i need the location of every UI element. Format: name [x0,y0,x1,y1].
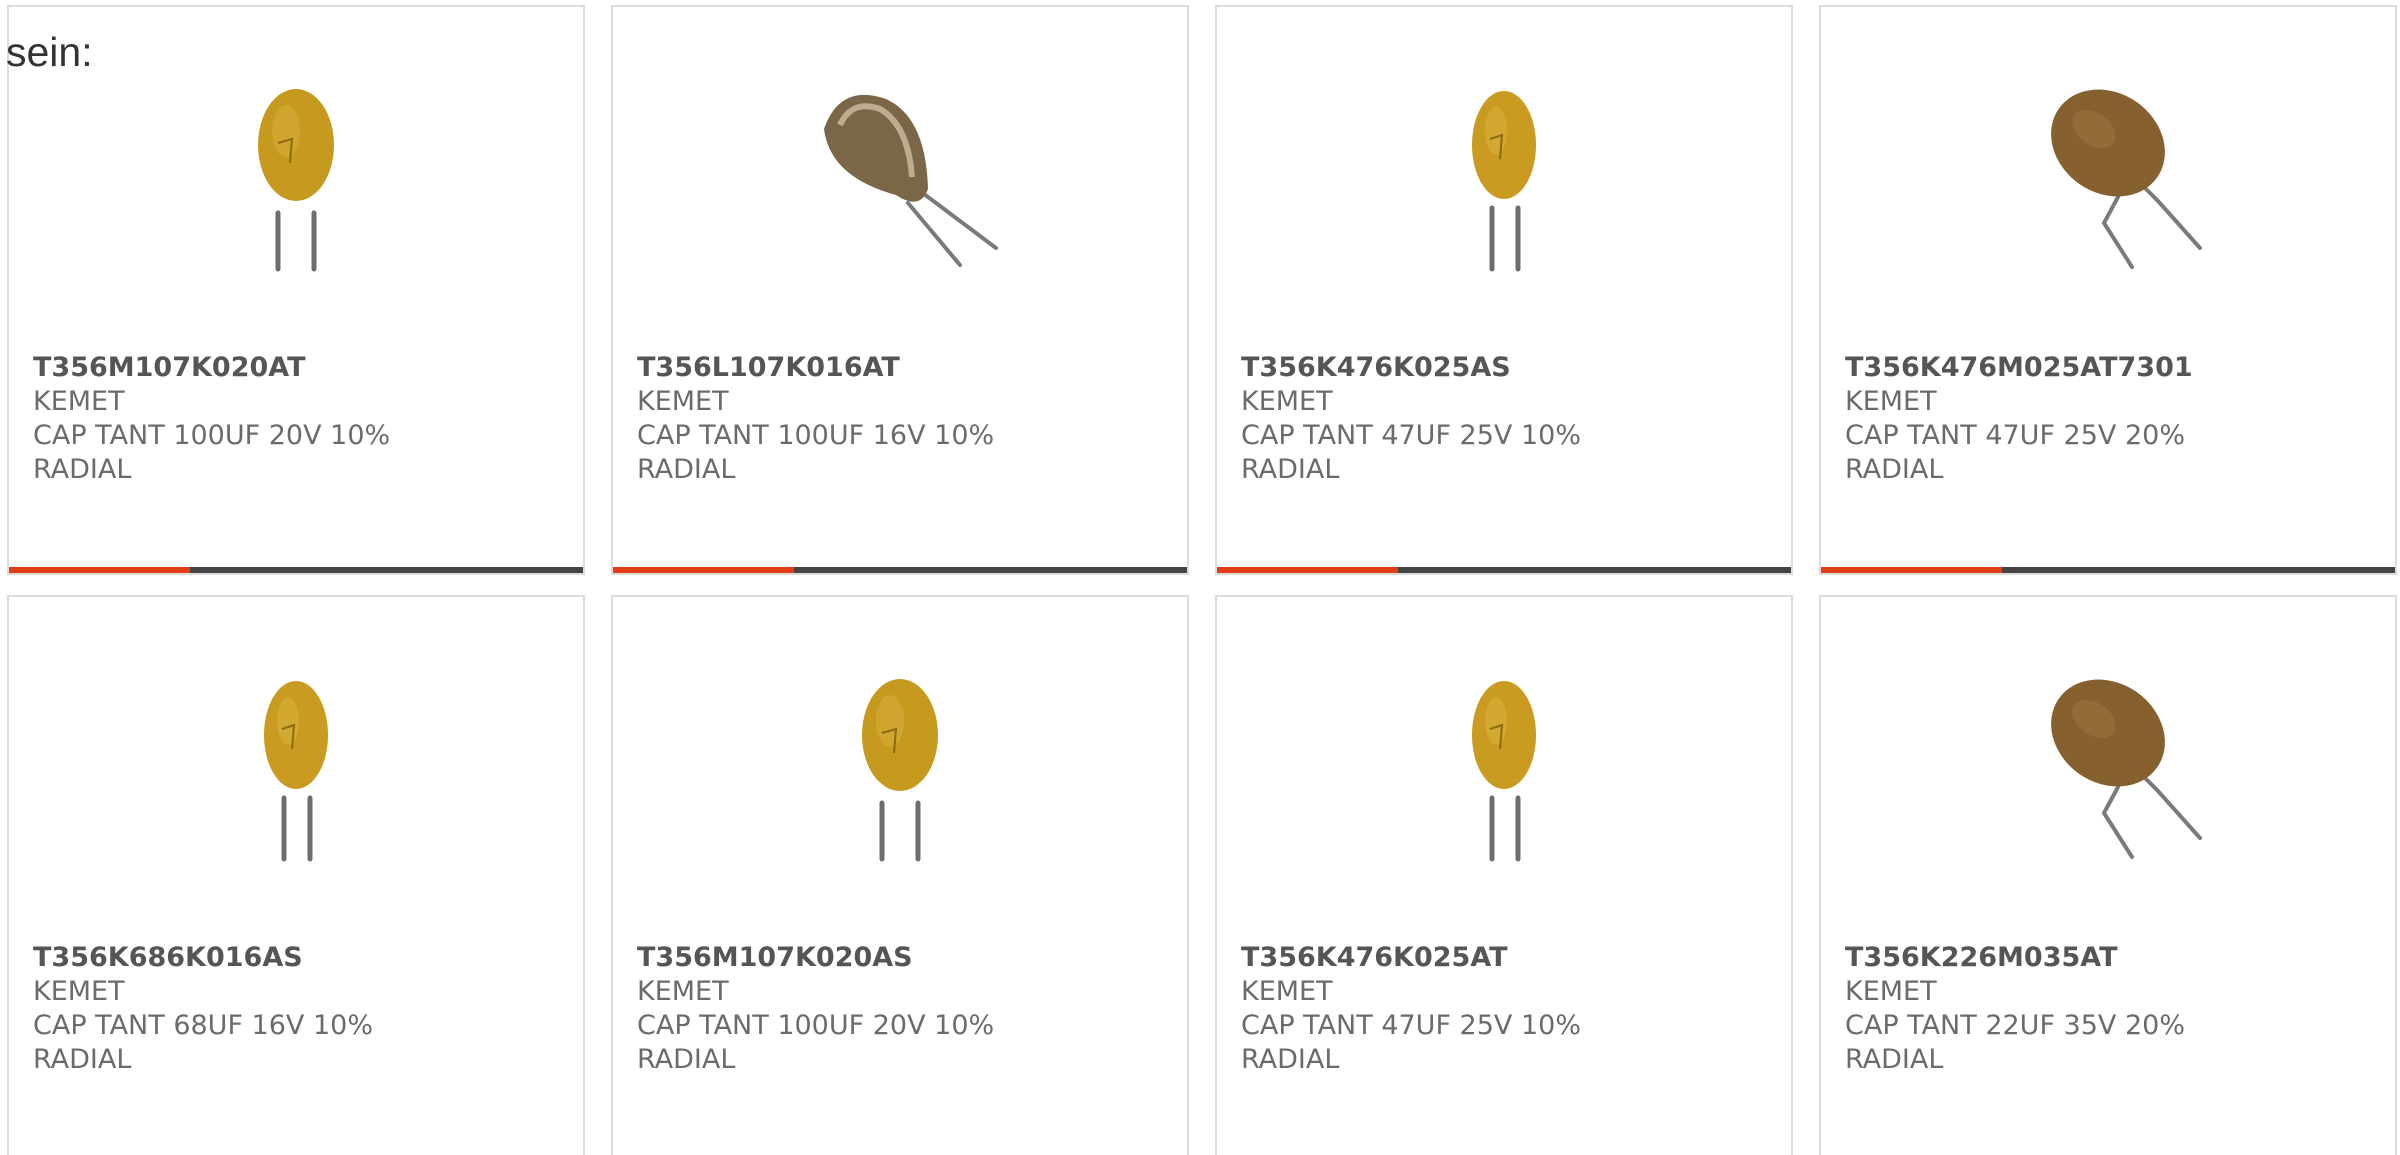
manufacturer: KEMET [1845,976,1937,1007]
description-package: RADIAL [1241,1044,1340,1075]
description-package: RADIAL [33,454,132,485]
capacitor-image [264,681,328,862]
product-image[interactable] [1404,73,1604,283]
part-number[interactable]: T356K686K016AS [33,941,573,975]
intro-text: sein: [6,29,93,75]
description: CAP TANT 22UF 35V 20% [1845,1010,2185,1041]
product-image[interactable] [196,73,396,283]
product-card[interactable]: T356M107K020AT KEMET CAP TANT 100UF 20V … [7,5,585,575]
part-number[interactable]: T356K226M035AT [1845,941,2385,975]
part-number[interactable]: T356K476K025AT [1241,941,1781,975]
description: CAP TANT 68UF 16V 10% [33,1010,373,1041]
card-bottom-bar [1217,567,1791,573]
card-bottom-bar [1821,567,2395,573]
capacitor-image [2051,679,2202,859]
product-card[interactable]: T356K226M035AT KEMET CAP TANT 22UF 35V 2… [1819,595,2397,1155]
product-card[interactable]: T356K476K025AT KEMET CAP TANT 47UF 25V 1… [1215,595,1793,1155]
manufacturer: KEMET [33,386,125,417]
description-package: RADIAL [1241,454,1340,485]
product-grid: T356M107K020AT KEMET CAP TANT 100UF 20V … [7,5,2400,1155]
description-package: RADIAL [1845,1044,1944,1075]
manufacturer: KEMET [637,976,729,1007]
description: CAP TANT 100UF 20V 10% [33,420,391,451]
card-accent [613,567,794,573]
part-number[interactable]: T356K476K025AS [1241,351,1781,385]
capacitor-image [258,89,334,272]
capacitor-image [2051,89,2202,269]
description: CAP TANT 47UF 25V 20% [1845,420,2185,451]
part-number[interactable]: T356L107K016AT [637,351,1177,385]
capacitor-image [824,94,998,267]
product-image[interactable] [2008,73,2208,283]
description-package: RADIAL [637,454,736,485]
description-package: RADIAL [1845,454,1944,485]
manufacturer: KEMET [637,386,729,417]
description-package: RADIAL [33,1044,132,1075]
product-card[interactable]: T356M107K020AS KEMET CAP TANT 100UF 20V … [611,595,1189,1155]
description: CAP TANT 100UF 20V 10% [637,1010,995,1041]
description: CAP TANT 47UF 25V 10% [1241,420,1581,451]
manufacturer: KEMET [1845,386,1937,417]
card-bottom-bar [613,567,1187,573]
product-card[interactable]: T356K686K016AS KEMET CAP TANT 68UF 16V 1… [7,595,585,1155]
product-image[interactable] [800,663,1000,873]
capacitor-image [862,679,938,862]
product-image[interactable] [2008,663,2208,873]
manufacturer: KEMET [33,976,125,1007]
description-package: RADIAL [637,1044,736,1075]
description: CAP TANT 100UF 16V 10% [637,420,995,451]
product-image[interactable] [1404,663,1604,873]
manufacturer: KEMET [1241,976,1333,1007]
description: CAP TANT 47UF 25V 10% [1241,1010,1581,1041]
card-accent [1217,567,1398,573]
card-accent [1821,567,2002,573]
capacitor-image [1472,681,1536,862]
part-number[interactable]: T356M107K020AS [637,941,1177,975]
product-card[interactable]: T356K476K025AS KEMET CAP TANT 47UF 25V 1… [1215,5,1793,575]
product-card[interactable]: T356L107K016AT KEMET CAP TANT 100UF 16V … [611,5,1189,575]
product-image[interactable] [800,73,1000,283]
manufacturer: KEMET [1241,386,1333,417]
card-bottom-bar [9,567,583,573]
capacitor-image [1472,91,1536,272]
product-image[interactable] [196,663,396,873]
part-number[interactable]: T356M107K020AT [33,351,573,385]
card-accent [9,567,190,573]
product-card[interactable]: T356K476M025AT7301 KEMET CAP TANT 47UF 2… [1819,5,2397,575]
part-number[interactable]: T356K476M025AT7301 [1845,351,2385,385]
